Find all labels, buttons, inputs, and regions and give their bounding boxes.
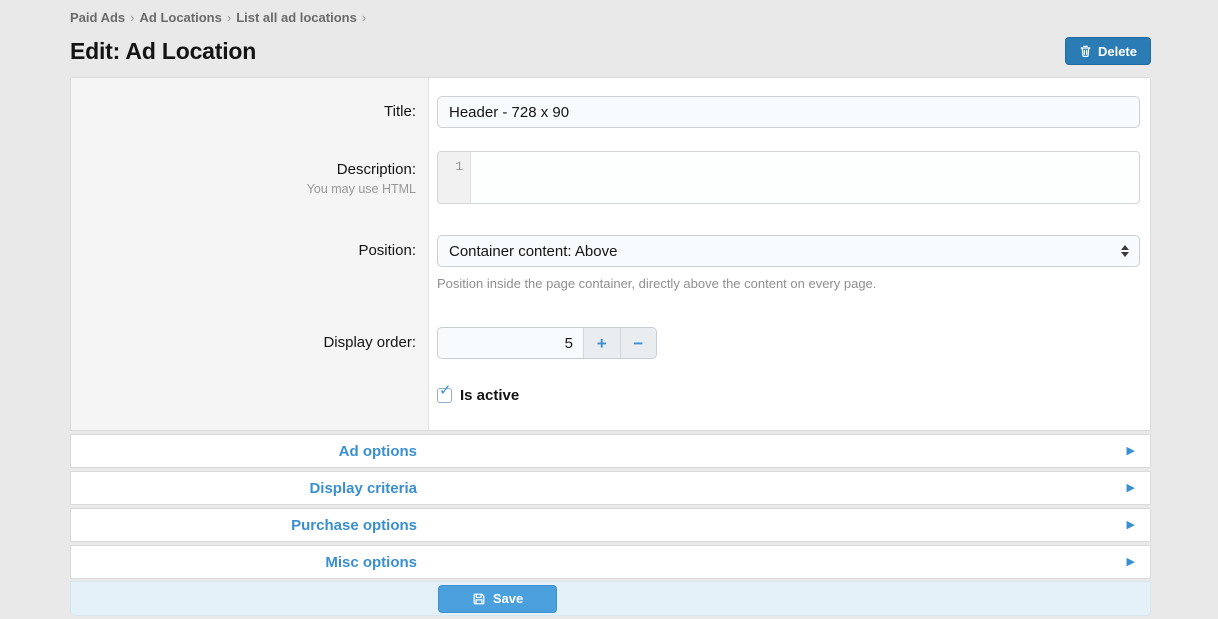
description-code-editor: 1 — [437, 151, 1140, 204]
breadcrumb-item-list-all-ad-locations[interactable]: List all ad locations — [236, 10, 357, 25]
position-explain-text: Position inside the page container, dire… — [437, 276, 1140, 291]
floppy-disk-icon — [472, 592, 486, 606]
trash-icon — [1079, 44, 1092, 58]
description-label: Description: — [337, 161, 416, 178]
section-display-criteria[interactable]: Display criteria ▶ — [70, 471, 1151, 505]
display-order-label: Display order: — [323, 334, 416, 351]
save-button-label: Save — [493, 591, 523, 606]
section-label: Purchase options — [71, 517, 417, 534]
line-number-gutter: 1 — [438, 152, 471, 203]
section-label: Misc options — [71, 554, 417, 571]
is-active-row: ✓ Is active — [71, 373, 1150, 430]
increment-button[interactable]: + — [583, 328, 620, 358]
position-label: Position: — [358, 242, 416, 259]
decrement-button[interactable]: − — [620, 328, 657, 358]
section-label: Ad options — [71, 443, 417, 460]
chevron-right-icon: ▶ — [1127, 520, 1135, 531]
breadcrumb: Paid Ads › Ad Locations › List all ad locati… — [70, 10, 1151, 28]
edit-ad-location-form: Title: Description: You may use HTML 1 — [70, 77, 1151, 616]
delete-button-label: Delete — [1098, 44, 1137, 59]
description-hint: You may use HTML — [71, 182, 416, 196]
display-order-stepper: + − — [437, 327, 657, 359]
checkmark-icon: ✓ — [439, 383, 452, 398]
section-purchase-options[interactable]: Purchase options ▶ — [70, 508, 1151, 542]
position-row: Position: Container content: Above Posit… — [71, 221, 1150, 313]
page-title: Edit: Ad Location — [70, 38, 256, 65]
section-label: Display criteria — [71, 480, 417, 497]
save-button[interactable]: Save — [438, 585, 557, 613]
section-misc-options[interactable]: Misc options ▶ — [70, 545, 1151, 579]
breadcrumb-separator: › — [227, 10, 231, 25]
form-footer: Save — [70, 581, 1151, 616]
position-select[interactable]: Container content: Above — [437, 235, 1140, 267]
page: Paid Ads › Ad Locations › List all ad locati… — [70, 0, 1151, 616]
form-fields-block: Title: Description: You may use HTML 1 — [70, 77, 1151, 431]
title-row: Title: — [71, 78, 1150, 142]
breadcrumb-item-ad-locations[interactable]: Ad Locations — [140, 10, 222, 25]
description-input[interactable] — [471, 152, 1139, 203]
description-row: Description: You may use HTML 1 — [71, 142, 1150, 221]
is-active-checkbox[interactable]: ✓ — [437, 388, 452, 403]
display-order-row: Display order: + − — [71, 313, 1150, 373]
display-order-input[interactable] — [438, 328, 583, 358]
breadcrumb-separator: › — [130, 10, 134, 25]
title-label: Title: — [384, 103, 416, 120]
breadcrumb-separator: › — [362, 10, 366, 25]
delete-button[interactable]: Delete — [1065, 37, 1151, 65]
title-input[interactable] — [437, 96, 1140, 128]
is-active-label: Is active — [460, 387, 519, 404]
breadcrumb-item-paid-ads[interactable]: Paid Ads — [70, 10, 125, 25]
chevron-right-icon: ▶ — [1127, 446, 1135, 457]
is-active-checkbox-group[interactable]: ✓ Is active — [437, 387, 1140, 404]
chevron-right-icon: ▶ — [1127, 557, 1135, 568]
page-header: Edit: Ad Location Delete — [70, 35, 1151, 67]
section-ad-options[interactable]: Ad options ▶ — [70, 434, 1151, 468]
chevron-right-icon: ▶ — [1127, 483, 1135, 494]
